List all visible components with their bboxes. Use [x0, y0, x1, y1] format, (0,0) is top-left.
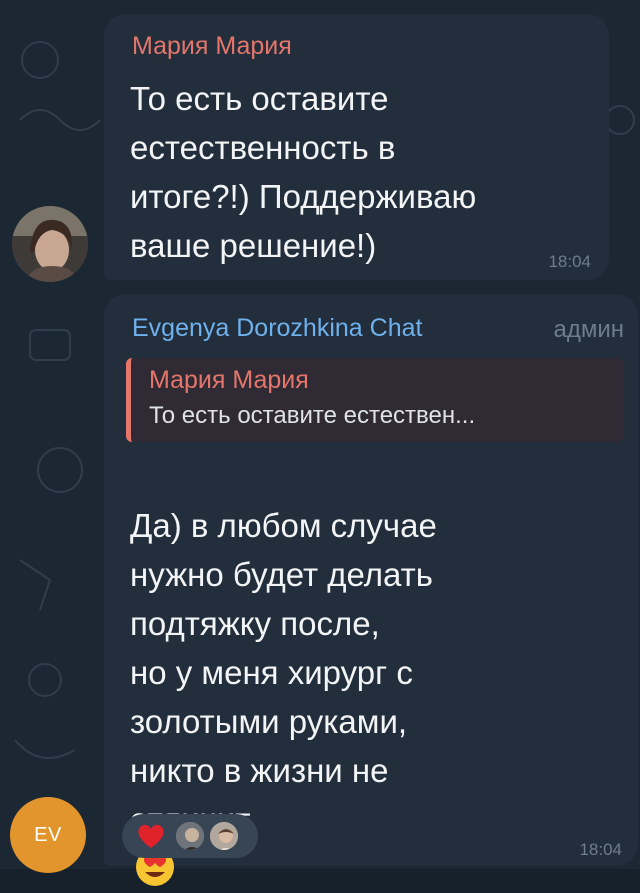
heart-icon	[138, 824, 164, 848]
message-text: То есть оставите естественность в итоге?…	[130, 80, 477, 264]
message-time: 18:04	[579, 840, 622, 859]
reply-text: То есть оставите естествен...	[149, 402, 476, 429]
reaction-pill[interactable]	[122, 814, 258, 858]
user-photo-icon	[12, 206, 88, 282]
admin-badge: админ	[553, 316, 624, 343]
avatar-ev[interactable]: EV	[10, 797, 86, 873]
message-sender[interactable]: Evgenya Dorozhkina Chat	[132, 314, 422, 343]
reply-quote[interactable]: Мария Мария То есть оставите естествен..…	[126, 358, 624, 442]
user-photo-icon	[210, 822, 238, 850]
reply-sender: Мария Мария	[149, 366, 309, 394]
avatar-maria[interactable]	[12, 206, 88, 282]
message-time: 18:04	[548, 252, 591, 271]
user-photo-icon	[176, 822, 204, 850]
message-bubble-admin[interactable]: Evgenya Dorozhkina Chat админ Мария Мари…	[104, 294, 638, 886]
message-text: Да) в любом случае нужно будет делать по…	[130, 507, 437, 838]
reaction-avatar	[208, 820, 240, 852]
reaction-avatar	[174, 820, 206, 852]
message-bubble-maria[interactable]: Мария Мария То есть оставите естественно…	[104, 14, 609, 280]
message-sender[interactable]: Мария Мария	[132, 32, 292, 61]
